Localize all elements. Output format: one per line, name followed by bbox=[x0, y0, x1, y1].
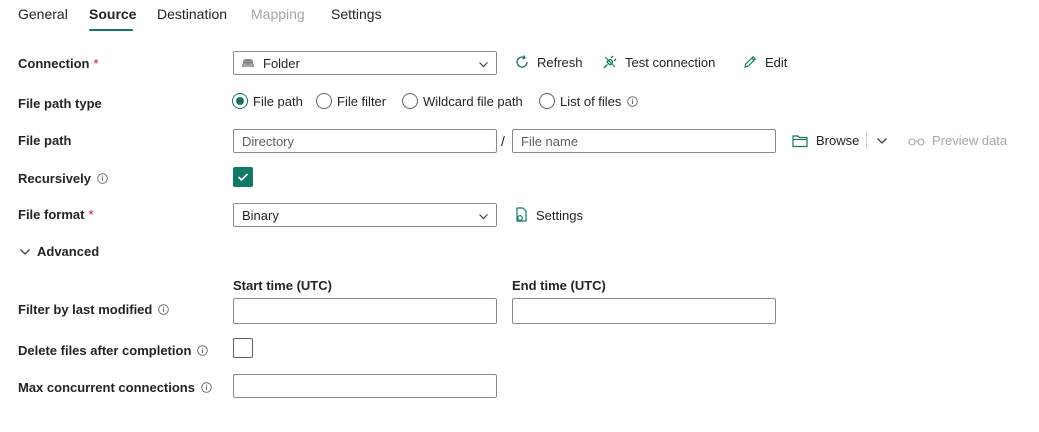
info-icon[interactable] bbox=[97, 173, 108, 184]
advanced-toggle[interactable]: Advanced bbox=[19, 244, 99, 259]
preview-data-button[interactable]: Preview data bbox=[908, 133, 1007, 148]
folder-icon bbox=[242, 58, 254, 68]
info-icon[interactable] bbox=[201, 382, 212, 393]
delete-files-label: Delete files after completion bbox=[18, 343, 209, 358]
chevron-down-icon bbox=[478, 58, 489, 73]
directory-input[interactable]: Directory bbox=[233, 129, 497, 153]
test-connection-button[interactable]: Test connection bbox=[602, 54, 715, 70]
tab-destination[interactable]: Destination bbox=[157, 6, 227, 22]
file-format-label: File format * bbox=[18, 207, 94, 222]
start-time-input[interactable] bbox=[233, 298, 497, 324]
radio-file-path[interactable]: File path bbox=[232, 93, 303, 109]
file-path-label: File path bbox=[18, 133, 72, 148]
tab-settings[interactable]: Settings bbox=[331, 6, 382, 22]
chevron-down-icon bbox=[20, 248, 30, 255]
info-icon[interactable] bbox=[158, 304, 170, 315]
file-name-input[interactable]: File name bbox=[512, 129, 776, 153]
info-icon[interactable] bbox=[627, 95, 639, 107]
connection-label: Connection * bbox=[18, 56, 99, 71]
connection-dropdown[interactable]: Folder bbox=[233, 51, 497, 75]
browse-button[interactable]: Browse bbox=[792, 133, 859, 148]
tab-general[interactable]: General bbox=[18, 6, 68, 22]
radio-circle bbox=[402, 93, 418, 109]
refresh-icon bbox=[516, 55, 528, 68]
required-mark: * bbox=[93, 56, 99, 71]
end-time-input[interactable] bbox=[512, 298, 776, 324]
browse-menu-button[interactable] bbox=[876, 135, 888, 150]
path-separator: / bbox=[501, 133, 505, 149]
browse-divider bbox=[866, 132, 867, 149]
plug-icon bbox=[603, 55, 617, 69]
radio-wildcard-file-path[interactable]: Wildcard file path bbox=[402, 93, 523, 109]
radio-circle bbox=[539, 93, 555, 109]
refresh-button[interactable]: Refresh bbox=[514, 54, 583, 70]
file-format-dropdown[interactable]: Binary bbox=[233, 203, 497, 227]
format-settings-button[interactable]: Settings bbox=[514, 207, 583, 223]
pencil-icon bbox=[744, 55, 757, 68]
folder-open-icon bbox=[792, 134, 808, 147]
radio-circle bbox=[232, 93, 248, 109]
glasses-icon bbox=[908, 137, 925, 146]
start-time-label: Start time (UTC) bbox=[233, 278, 332, 293]
required-mark: * bbox=[88, 207, 94, 222]
chevron-down-icon bbox=[478, 210, 489, 225]
radio-file-filter[interactable]: File filter bbox=[316, 93, 386, 109]
max-connections-label: Max concurrent connections bbox=[18, 380, 212, 395]
end-time-label: End time (UTC) bbox=[512, 278, 606, 293]
active-tab-indicator bbox=[89, 29, 133, 31]
max-connections-input[interactable] bbox=[233, 374, 497, 398]
chevron-down-icon bbox=[877, 138, 887, 144]
file-path-type-label: File path type bbox=[18, 96, 102, 111]
connection-value: Folder bbox=[263, 55, 300, 71]
radio-list-of-files[interactable]: List of files bbox=[539, 93, 639, 109]
radio-circle bbox=[316, 93, 332, 109]
checkmark-icon bbox=[237, 173, 249, 182]
tab-mapping[interactable]: Mapping bbox=[251, 6, 305, 22]
recursively-checkbox[interactable] bbox=[233, 167, 253, 187]
recursively-label: Recursively bbox=[18, 171, 108, 186]
info-icon[interactable] bbox=[197, 345, 209, 356]
settings-file-icon bbox=[516, 207, 527, 222]
tab-source[interactable]: Source bbox=[89, 6, 136, 22]
delete-files-checkbox[interactable] bbox=[233, 338, 253, 358]
edit-button[interactable]: Edit bbox=[742, 54, 787, 70]
filter-last-modified-label: Filter by last modified bbox=[18, 302, 170, 317]
